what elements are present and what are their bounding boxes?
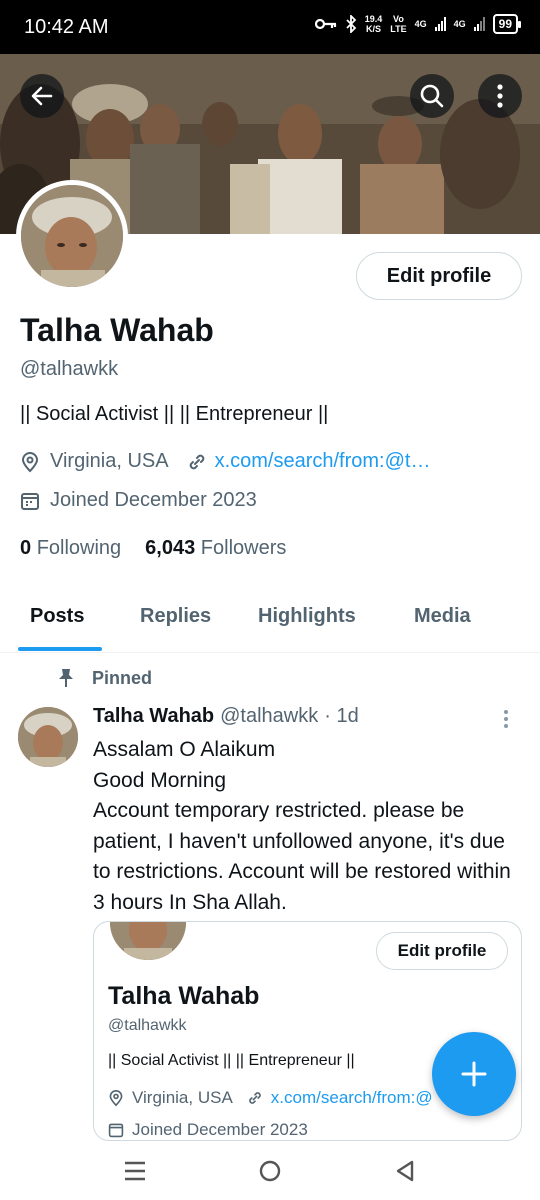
profile-location: Virginia, USA <box>50 450 169 472</box>
link-icon <box>248 1092 261 1104</box>
tab-media[interactable]: Media <box>414 605 471 628</box>
embed-name: Talha Wahab <box>108 982 260 1010</box>
embed-location: Virginia, USA <box>132 1088 233 1107</box>
lte-label: LTE <box>390 24 407 34</box>
post-time: · 1d <box>324 705 359 727</box>
tab-replies[interactable]: Replies <box>140 605 211 628</box>
profile-meta-location-row: Virginia, USA x.com/search/from:@t… <box>20 450 430 473</box>
edit-profile-button[interactable]: Edit profile <box>356 252 522 300</box>
embed-edit-profile-label: Edit profile <box>376 932 508 970</box>
bluetooth-icon <box>346 15 357 33</box>
tab-highlights[interactable]: Highlights <box>258 605 356 628</box>
following-label: Following <box>36 537 122 559</box>
followers-label: Followers <box>200 537 287 559</box>
pin-icon <box>59 669 73 687</box>
recent-apps-button[interactable] <box>120 1156 150 1186</box>
more-vertical-icon <box>497 84 503 108</box>
embed-handle: @talhawkk <box>108 1017 187 1034</box>
followers-link[interactable]: 6,043 Followers <box>145 537 286 560</box>
following-link[interactable]: 0 Following <box>20 537 121 560</box>
profile-bio: || Social Activist || || Entrepreneur || <box>20 403 329 425</box>
back-button[interactable] <box>20 74 64 118</box>
system-back-button[interactable] <box>390 1156 420 1186</box>
calendar-icon <box>21 492 39 510</box>
home-circle-icon <box>259 1160 281 1182</box>
menu-icon <box>125 1161 145 1181</box>
more-options-button[interactable] <box>478 74 522 118</box>
back-triangle-icon <box>396 1160 414 1182</box>
post-avatar-photo <box>18 707 78 767</box>
profile-avatar[interactable] <box>16 180 128 292</box>
profile-link[interactable]: x.com/search/from:@t… <box>215 450 431 473</box>
profile-handle: @talhawkk <box>20 358 119 380</box>
embed-bio: || Social Activist || || Entrepreneur || <box>108 1052 355 1069</box>
calendar-icon <box>108 1123 124 1138</box>
system-nav-bar <box>0 1142 540 1200</box>
location-pin-icon <box>21 451 39 472</box>
profile-joined: Joined December 2023 <box>50 489 257 511</box>
pinned-label-row: Pinned <box>56 667 152 689</box>
search-button[interactable] <box>410 74 454 118</box>
post-author-avatar[interactable] <box>18 707 78 767</box>
active-tab-indicator <box>18 647 102 651</box>
network-type-2: 4G <box>453 19 466 29</box>
speed-unit: K/S <box>365 24 381 34</box>
pinned-label: Pinned <box>92 667 153 688</box>
embed-avatar <box>106 922 190 964</box>
profile-tabs: Posts Replies Highlights Media <box>0 585 540 653</box>
embed-link: x.com/search/from:@ <box>270 1088 433 1107</box>
embed-location-row: Virginia, USA x.com/search/from:@ <box>108 1088 433 1108</box>
home-button[interactable] <box>255 1156 285 1186</box>
vo-label: Vo <box>393 14 404 24</box>
embed-joined: Joined December 2023 <box>132 1120 308 1139</box>
location-pin-icon <box>109 1090 123 1107</box>
tab-posts[interactable]: Posts <box>30 605 84 628</box>
vpn-key-icon <box>314 18 336 30</box>
network-speed: 19.4 K/S <box>365 14 383 34</box>
link-icon <box>189 454 204 469</box>
post-more-button[interactable] <box>502 708 510 735</box>
embed-avatar-photo <box>110 922 186 960</box>
status-time: 10:42 AM <box>24 16 109 38</box>
post-header: Talha Wahab @talhawkk · 1d <box>93 705 359 728</box>
following-count: 0 <box>20 537 32 559</box>
search-icon <box>420 84 444 108</box>
profile-meta-joined-row: Joined December 2023 <box>20 489 257 512</box>
signal-icon-2 <box>473 17 485 31</box>
post-author-name[interactable]: Talha Wahab <box>93 705 214 728</box>
speed-value: 19.4 <box>364 14 383 24</box>
followers-count: 6,043 <box>145 537 196 559</box>
battery-indicator: 99 <box>492 14 522 34</box>
avatar-photo <box>21 185 123 287</box>
back-arrow-icon <box>31 86 53 106</box>
volte-indicator: Vo LTE <box>390 14 406 34</box>
plus-icon <box>461 1061 487 1087</box>
post-author-handle: @talhawkk <box>220 705 319 727</box>
status-icons: 19.4 K/S Vo LTE 4G 4G 99 <box>314 14 522 34</box>
post-text: Assalam O Alaikum Good Morning Account t… <box>93 738 511 914</box>
status-bar: 10:42 AM 19.4 K/S Vo LTE 4G 4G 99 <box>0 0 540 54</box>
follow-stats: 0 Following 6,043 Followers <box>20 537 286 560</box>
network-type-1: 4G <box>414 19 427 29</box>
compose-post-button[interactable] <box>432 1032 516 1116</box>
profile-name: Talha Wahab <box>20 312 214 348</box>
more-vertical-icon <box>504 710 508 728</box>
embed-joined-row: Joined December 2023 <box>108 1120 308 1140</box>
signal-icon <box>434 17 446 31</box>
